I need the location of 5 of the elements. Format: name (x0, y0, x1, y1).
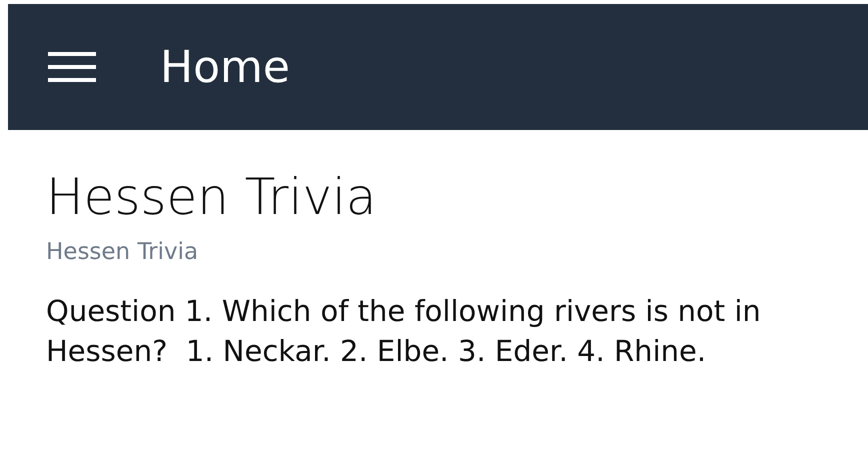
menu-icon[interactable] (48, 52, 96, 82)
card-subtitle: Hessen Trivia (46, 239, 200, 265)
question-text: Question 1. Which of the following rivers is not in Hessen? 1. Neckar. 2. Elbe. 3. Eder. 4. Rhine. (46, 293, 762, 370)
header-title: Home (160, 42, 290, 92)
card-title: Hessen Trivia (46, 170, 378, 225)
